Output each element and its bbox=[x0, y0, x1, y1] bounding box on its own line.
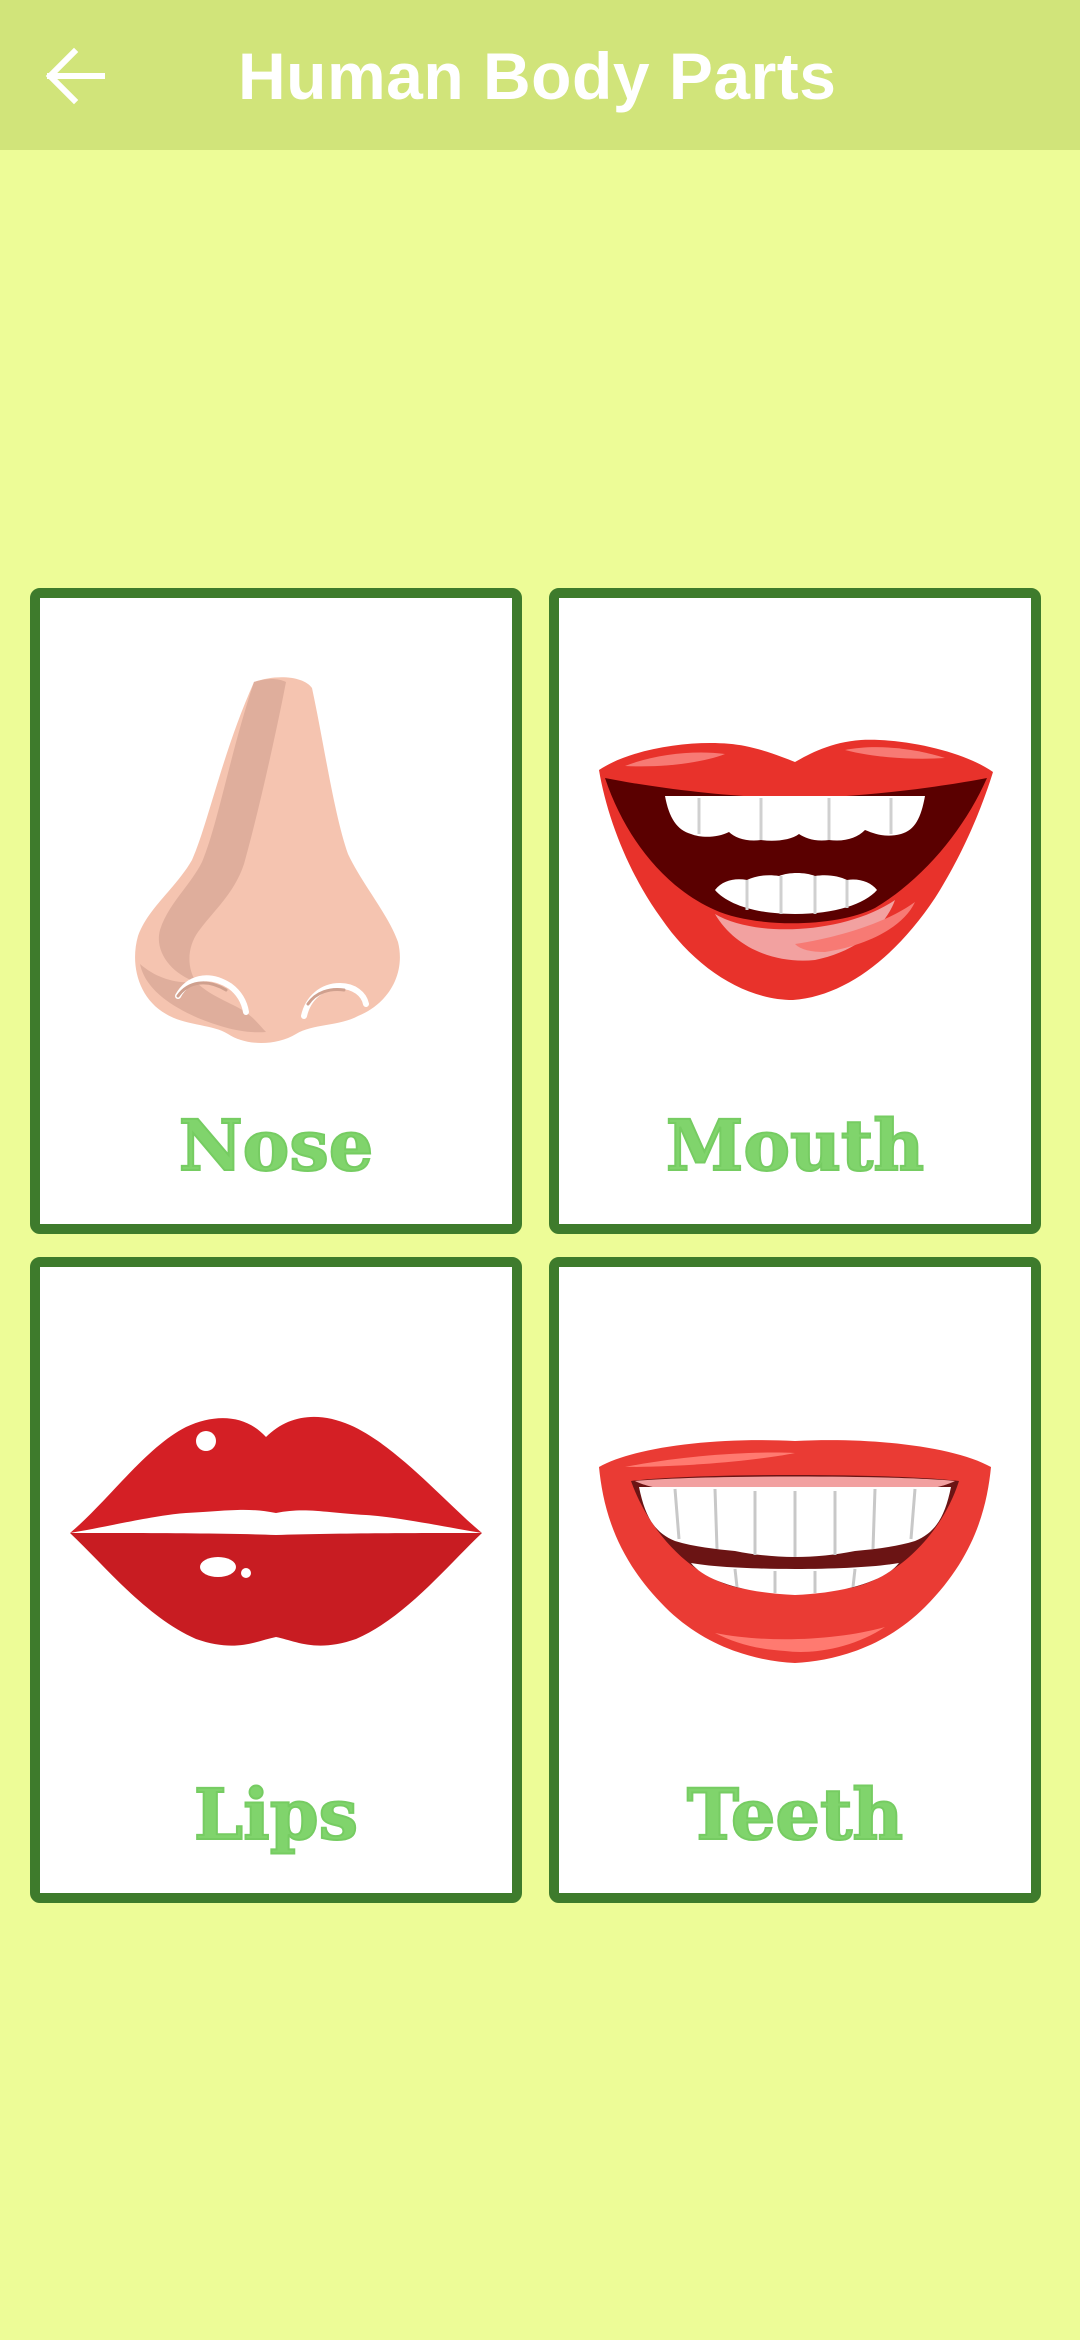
card-mouth[interactable]: Mouth bbox=[549, 588, 1041, 1234]
arrow-left-icon bbox=[45, 47, 105, 105]
card-teeth[interactable]: Teeth bbox=[549, 1257, 1041, 1903]
card-label-teeth: Teeth bbox=[686, 1773, 904, 1856]
page-title: Human Body Parts bbox=[238, 39, 837, 113]
card-lips[interactable]: Lips bbox=[30, 1257, 522, 1903]
card-label-nose: Nose bbox=[178, 1104, 375, 1187]
card-label-lips: Lips bbox=[193, 1773, 359, 1856]
nose-illustration bbox=[40, 674, 512, 1054]
lips-illustration bbox=[40, 1407, 512, 1657]
app-bar: Human Body Parts bbox=[0, 0, 1080, 150]
mouth-illustration bbox=[559, 738, 1031, 1008]
back-button[interactable] bbox=[36, 36, 116, 116]
teeth-illustration bbox=[559, 1437, 1031, 1667]
card-label-mouth: Mouth bbox=[665, 1104, 925, 1187]
card-nose[interactable]: Nose bbox=[30, 588, 522, 1234]
